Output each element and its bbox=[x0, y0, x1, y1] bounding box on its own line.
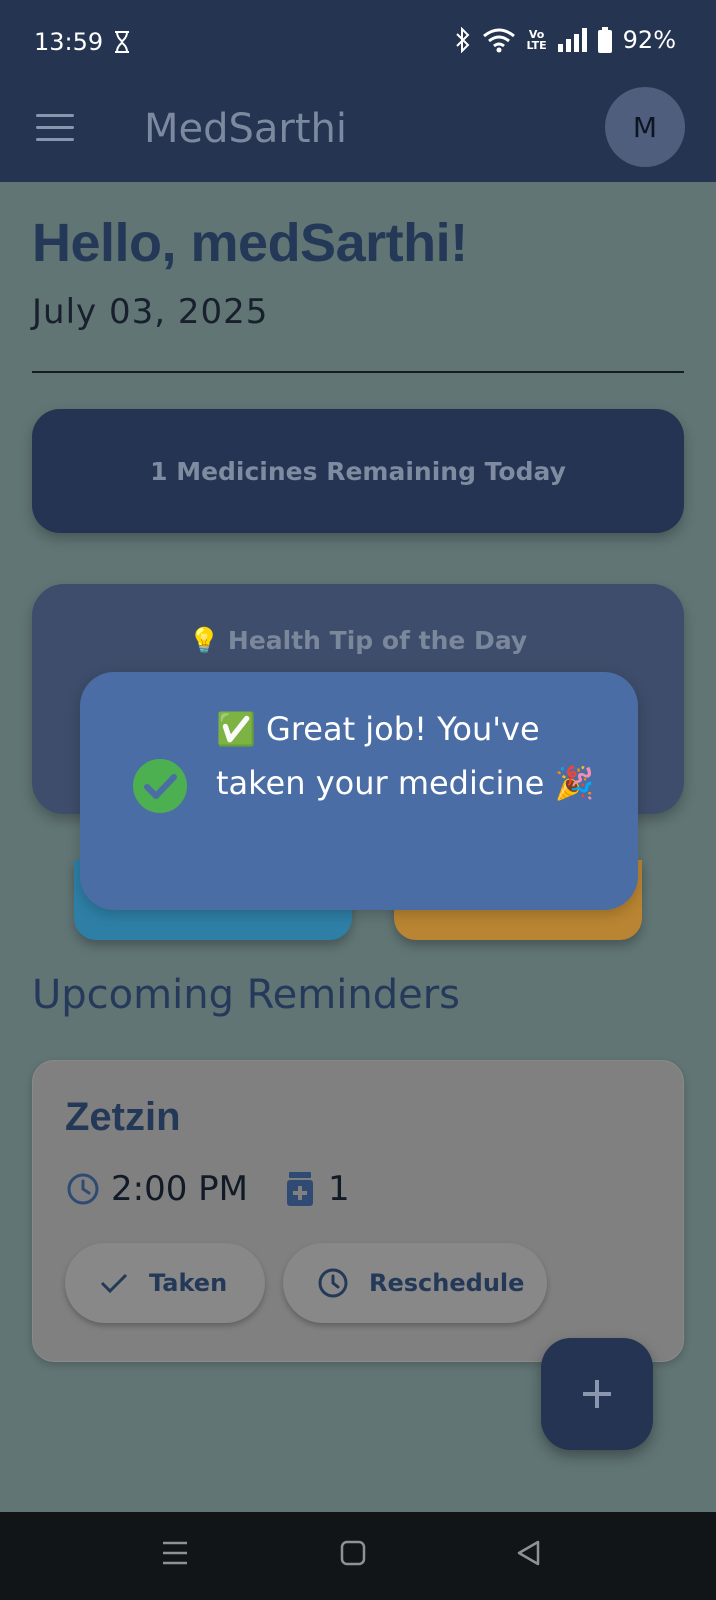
health-tip-title: 💡 Health Tip of the Day bbox=[32, 626, 684, 656]
upcoming-reminders-title: Upcoming Reminders bbox=[32, 972, 460, 1018]
clock-icon bbox=[318, 1268, 348, 1298]
clock-icon bbox=[67, 1173, 99, 1205]
medicine-name: Zetzin bbox=[65, 1095, 181, 1139]
health-tip-label: Health Tip of the Day bbox=[227, 626, 528, 655]
recent-apps-icon[interactable] bbox=[162, 1540, 188, 1566]
reminder-time: 2:00 PM bbox=[111, 1169, 248, 1209]
signal-icon bbox=[557, 28, 587, 52]
reminder-dose: 1 bbox=[328, 1169, 350, 1209]
lightbulb-icon: 💡 bbox=[188, 626, 220, 655]
avatar[interactable]: M bbox=[605, 87, 685, 167]
current-date: July 03, 2025 bbox=[32, 292, 269, 332]
status-icons: Vo LTE 92% bbox=[454, 26, 676, 54]
battery-level: 92% bbox=[622, 26, 676, 54]
check-circle-icon bbox=[133, 759, 187, 813]
bluetooth-icon bbox=[456, 27, 470, 53]
app-bar: MedSarthi M bbox=[0, 82, 716, 182]
battery-icon bbox=[597, 27, 612, 53]
reschedule-button[interactable]: Reschedule bbox=[283, 1243, 547, 1323]
divider bbox=[32, 371, 684, 373]
add-medicine-button[interactable] bbox=[541, 1338, 653, 1450]
hamburger-icon[interactable] bbox=[36, 114, 74, 144]
medicines-remaining-card[interactable]: 1 Medicines Remaining Today bbox=[32, 409, 684, 533]
wifi-icon bbox=[483, 28, 516, 53]
home-icon[interactable] bbox=[340, 1540, 366, 1566]
checkmark-icon bbox=[100, 1273, 128, 1294]
volte-icon: Vo LTE bbox=[526, 28, 547, 52]
taken-button-label: Taken bbox=[149, 1269, 228, 1297]
system-nav-bar bbox=[0, 1512, 716, 1600]
taken-button[interactable]: Taken bbox=[65, 1243, 265, 1323]
reschedule-button-label: Reschedule bbox=[369, 1269, 525, 1297]
app-title: MedSarthi bbox=[144, 106, 348, 152]
medicines-remaining-text: 1 Medicines Remaining Today bbox=[150, 456, 566, 486]
reminder-card: Zetzin 2:00 PM 1 Taken Reschedule bbox=[32, 1060, 684, 1362]
status-time: 13:59 bbox=[34, 28, 104, 56]
back-icon[interactable] bbox=[516, 1540, 542, 1566]
greeting-heading: Hello, medSarthi! bbox=[32, 213, 468, 273]
plus-icon bbox=[583, 1380, 611, 1408]
status-bar: 13:59 Vo LTE 92% bbox=[0, 0, 716, 82]
reminder-meta: 2:00 PM 1 bbox=[65, 1169, 350, 1209]
pill-bottle-icon bbox=[287, 1172, 313, 1206]
hourglass-icon bbox=[115, 31, 129, 53]
toast-message: ✅ Great job! You've taken your medicine … bbox=[216, 710, 595, 802]
success-toast: ✅ Great job! You've taken your medicine … bbox=[80, 672, 638, 910]
